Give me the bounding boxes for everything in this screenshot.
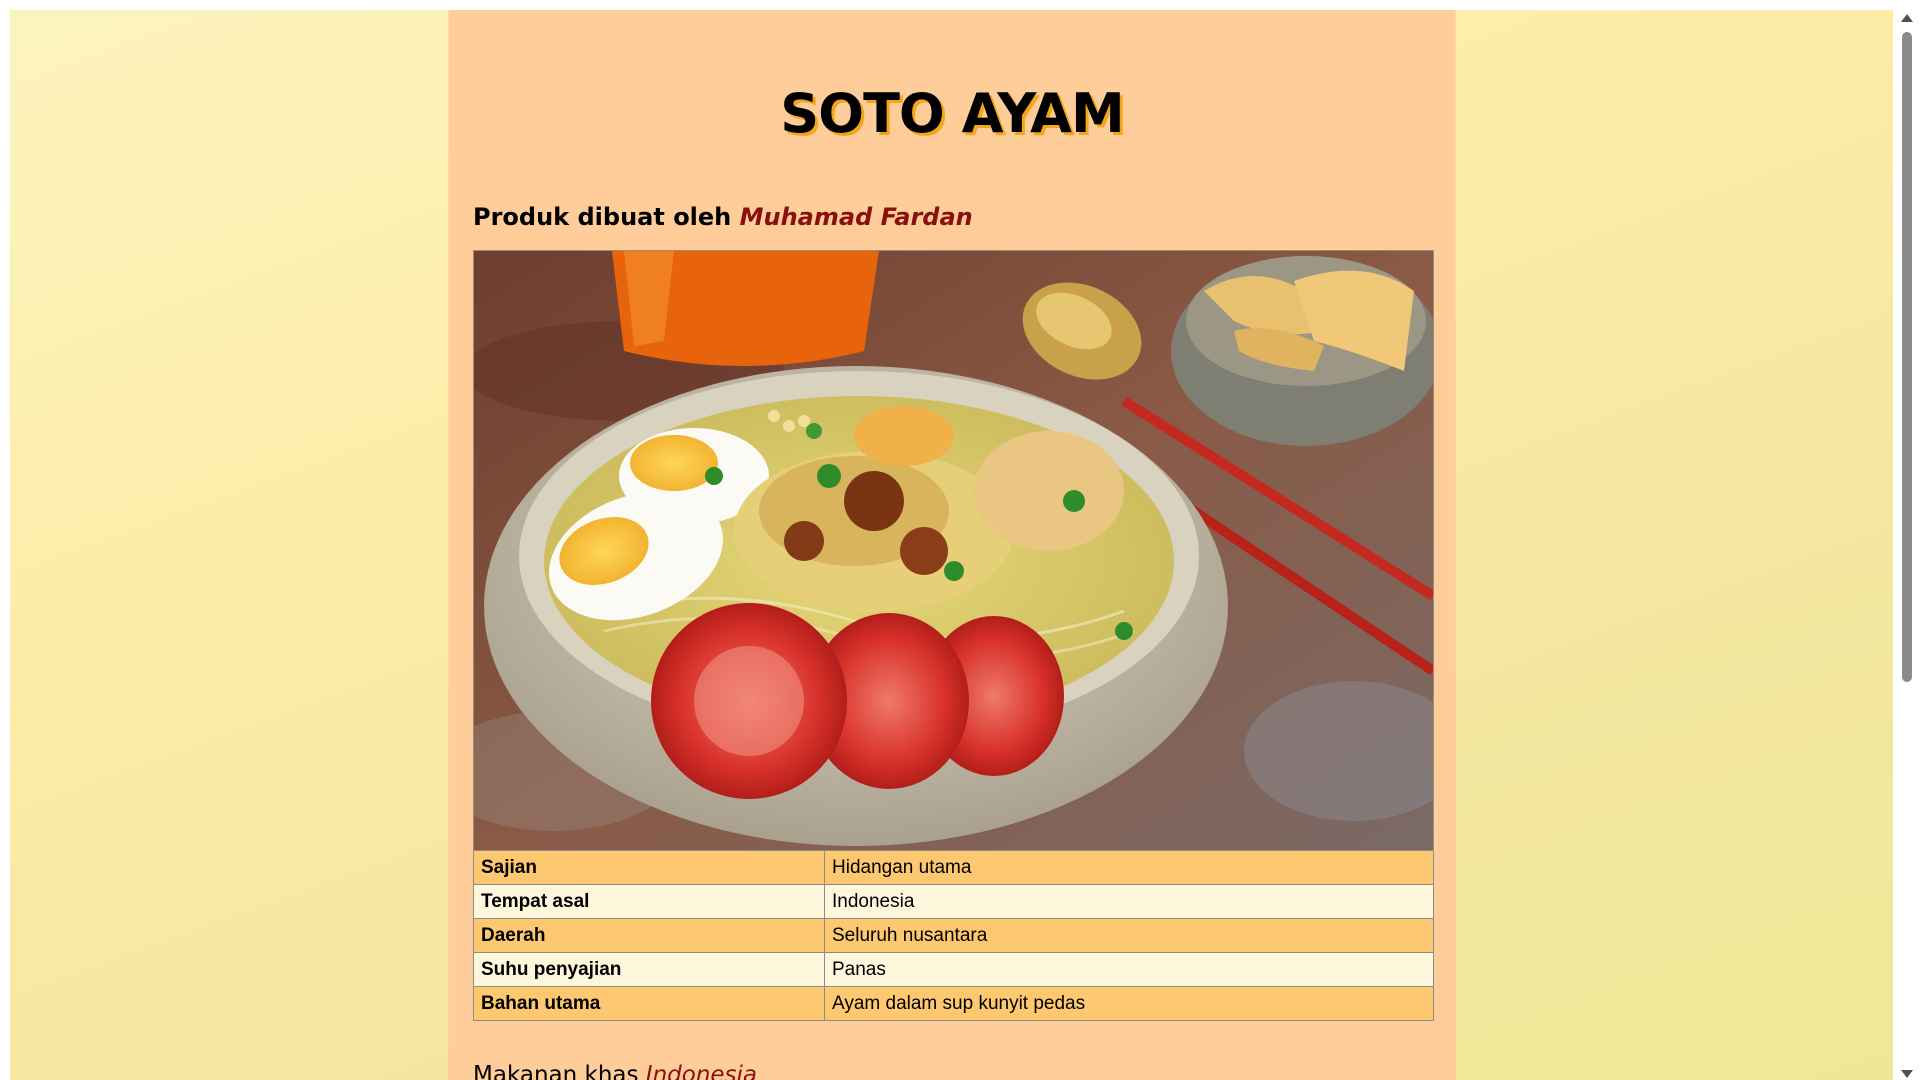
page-title: SOTO AYAM [780, 82, 1124, 145]
table-row: Tempat asal Indonesia [473, 884, 1434, 919]
scroll-down-icon[interactable] [1901, 1070, 1913, 1078]
row-label: Bahan utama [473, 986, 825, 1021]
soto-ayam-photo [473, 250, 1434, 852]
origin-line: Makanan khas Indonesia [473, 1062, 757, 1080]
page-viewport: SOTO AYAM Produk dibuat oleh Muhamad Far… [10, 10, 1893, 1080]
row-value: Hidangan utama [824, 850, 1434, 885]
row-label: Sajian [473, 850, 825, 885]
row-label: Tempat asal [473, 884, 825, 919]
info-table: Sajian Hidangan utama Tempat asal Indone… [473, 850, 1434, 1021]
row-value: Indonesia [824, 884, 1434, 919]
table-row: Sajian Hidangan utama [473, 850, 1434, 885]
table-row: Suhu penyajian Panas [473, 952, 1434, 987]
row-label: Daerah [473, 918, 825, 953]
author-line: Produk dibuat oleh Muhamad Fardan [473, 203, 973, 231]
table-row: Bahan utama Ayam dalam sup kunyit pedas [473, 986, 1434, 1021]
content-card: SOTO AYAM Produk dibuat oleh Muhamad Far… [449, 10, 1455, 1080]
scroll-up-icon[interactable] [1901, 14, 1913, 22]
author-name: Muhamad Fardan [739, 203, 973, 231]
vertical-scrollbar[interactable] [1893, 10, 1920, 1080]
origin-prefix: Makanan khas [473, 1062, 646, 1080]
row-value: Panas [824, 952, 1434, 987]
author-prefix: Produk dibuat oleh [473, 203, 740, 231]
origin-country: Indonesia [645, 1062, 758, 1080]
row-label: Suhu penyajian [473, 952, 825, 987]
table-row: Daerah Seluruh nusantara [473, 918, 1434, 953]
row-value: Seluruh nusantara [824, 918, 1434, 953]
row-value: Ayam dalam sup kunyit pedas [824, 986, 1434, 1021]
scroll-thumb[interactable] [1902, 32, 1912, 682]
